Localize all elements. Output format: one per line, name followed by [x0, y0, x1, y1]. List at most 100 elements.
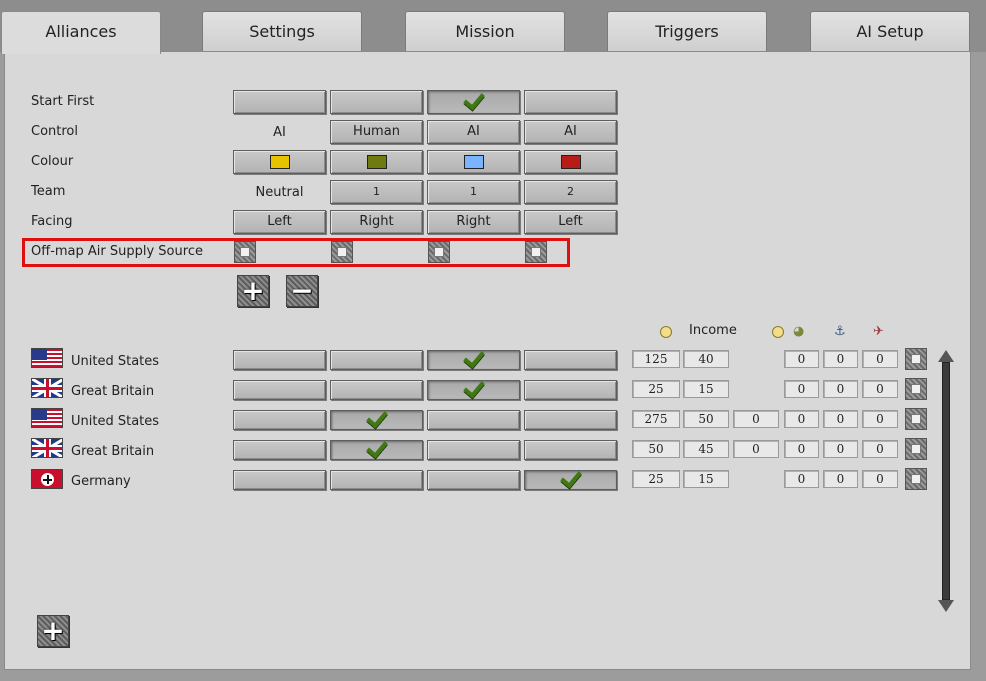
nation-2-res-2[interactable]: 0 — [823, 380, 858, 398]
nation-5-side-2[interactable] — [330, 470, 423, 490]
nation-4-side-4[interactable] — [524, 440, 617, 460]
start-first-label: Start First — [31, 94, 95, 109]
checkmark-icon — [365, 406, 388, 429]
team-side-4[interactable]: 2 — [524, 180, 617, 204]
nation-2-side-4[interactable] — [524, 380, 617, 400]
start-first-side-2[interactable] — [330, 90, 423, 114]
start-first-side-4[interactable] — [524, 90, 617, 114]
nation-list-scrollbar[interactable] — [938, 350, 954, 612]
control-side-2[interactable]: Human — [330, 120, 423, 144]
colour-side-2[interactable] — [330, 150, 423, 174]
nation-3-select[interactable] — [905, 408, 927, 430]
add-nation-button[interactable]: + — [37, 615, 69, 647]
tab-triggers[interactable]: Triggers — [607, 11, 767, 51]
nation-5-side-3[interactable] — [427, 470, 520, 490]
colour-label: Colour — [31, 154, 74, 169]
facing-side-2[interactable]: Right — [330, 210, 423, 234]
nation-2-res-3[interactable]: 0 — [862, 380, 898, 398]
nation-name: United States — [71, 354, 160, 369]
control-side-3[interactable]: AI — [427, 120, 520, 144]
nation-1-side-3[interactable] — [427, 346, 520, 370]
nation-1-res-2[interactable]: 0 — [823, 350, 858, 368]
team-side-3[interactable]: 1 — [427, 180, 520, 204]
nation-4-res-2[interactable]: 0 — [823, 440, 858, 458]
nation-5-res-1[interactable]: 0 — [784, 470, 819, 488]
control-side-4[interactable]: AI — [524, 120, 617, 144]
nation-4-side-1[interactable] — [233, 440, 326, 460]
nation-1-side-4[interactable] — [524, 350, 617, 370]
nation-4-extra[interactable]: 0 — [733, 440, 779, 458]
start-first-side-1[interactable] — [233, 90, 326, 114]
nation-3-side-2[interactable] — [330, 406, 423, 430]
tab-alliances[interactable]: Alliances — [1, 11, 161, 54]
nation-1-select[interactable] — [905, 348, 927, 370]
nation-1-res-1[interactable]: 0 — [784, 350, 819, 368]
nation-2-income[interactable]: 15 — [683, 380, 729, 398]
nation-1-res-3[interactable]: 0 — [862, 350, 898, 368]
minus-icon: − — [290, 274, 314, 307]
tab-bar: Alliances Settings Mission Triggers AI S… — [0, 0, 986, 54]
nation-5-side-4[interactable] — [524, 466, 617, 490]
nation-5-gold[interactable]: 25 — [632, 470, 680, 488]
nation-4-side-2[interactable] — [330, 436, 423, 460]
colour-side-3[interactable] — [427, 150, 520, 174]
nation-3-extra[interactable]: 0 — [733, 410, 779, 428]
facing-label: Facing — [31, 214, 73, 229]
nation-5-select[interactable] — [905, 468, 927, 490]
nation-4-gold[interactable]: 50 — [632, 440, 680, 458]
nation-5-side-1[interactable] — [233, 470, 326, 490]
nation-name: Germany — [71, 474, 131, 489]
scroll-down-arrow-icon[interactable] — [938, 600, 954, 612]
nation-3-side-1[interactable] — [233, 410, 326, 430]
nation-3-side-4[interactable] — [524, 410, 617, 430]
facing-side-1[interactable]: Left — [233, 210, 326, 234]
nation-3-income[interactable]: 50 — [683, 410, 729, 428]
team-side-2[interactable]: 1 — [330, 180, 423, 204]
checkmark-icon — [559, 466, 582, 489]
colour-swatch — [560, 155, 581, 169]
nation-5-income[interactable]: 15 — [683, 470, 729, 488]
nation-2-side-1[interactable] — [233, 380, 326, 400]
nation-2-res-1[interactable]: 0 — [784, 380, 819, 398]
tab-settings[interactable]: Settings — [202, 11, 362, 51]
tab-ai-setup[interactable]: AI Setup — [810, 11, 970, 51]
colour-swatch — [269, 155, 290, 169]
colour-side-4[interactable] — [524, 150, 617, 174]
nation-1-side-2[interactable] — [330, 350, 423, 370]
start-first-side-3[interactable] — [427, 88, 520, 114]
colour-side-1[interactable] — [233, 150, 326, 174]
nation-1-gold[interactable]: 125 — [632, 350, 680, 368]
nation-1-side-1[interactable] — [233, 350, 326, 370]
nation-5-res-2[interactable]: 0 — [823, 470, 858, 488]
nation-4-res-1[interactable]: 0 — [784, 440, 819, 458]
nation-3-res-3[interactable]: 0 — [862, 410, 898, 428]
team-side-1[interactable]: Neutral — [233, 181, 326, 205]
facing-side-3[interactable]: Right — [427, 210, 520, 234]
control-side-1[interactable]: AI — [233, 121, 326, 145]
scroll-up-arrow-icon[interactable] — [938, 350, 954, 362]
gb-flag-icon — [31, 438, 63, 458]
nation-5-res-3[interactable]: 0 — [862, 470, 898, 488]
nation-3-res-2[interactable]: 0 — [823, 410, 858, 428]
add-side-button[interactable]: + — [237, 275, 269, 307]
nation-4-res-3[interactable]: 0 — [862, 440, 898, 458]
nation-2-gold[interactable]: 25 — [632, 380, 680, 398]
control-label: Control — [31, 124, 78, 139]
germany-flag-icon — [31, 469, 63, 489]
nation-2-side-2[interactable] — [330, 380, 423, 400]
nation-2-side-3[interactable] — [427, 376, 520, 400]
tab-mission[interactable]: Mission — [405, 11, 565, 51]
scroll-track[interactable] — [942, 362, 950, 600]
remove-side-button[interactable]: − — [286, 275, 318, 307]
nation-3-gold[interactable]: 275 — [632, 410, 680, 428]
nation-1-income[interactable]: 40 — [683, 350, 729, 368]
plane-icon: ✈ — [873, 324, 884, 339]
nation-3-res-1[interactable]: 0 — [784, 410, 819, 428]
nation-name: Great Britain — [71, 384, 155, 399]
nation-4-side-3[interactable] — [427, 440, 520, 460]
nation-4-select[interactable] — [905, 438, 927, 460]
nation-4-income[interactable]: 45 — [683, 440, 729, 458]
facing-side-4[interactable]: Left — [524, 210, 617, 234]
nation-3-side-3[interactable] — [427, 410, 520, 430]
nation-2-select[interactable] — [905, 378, 927, 400]
